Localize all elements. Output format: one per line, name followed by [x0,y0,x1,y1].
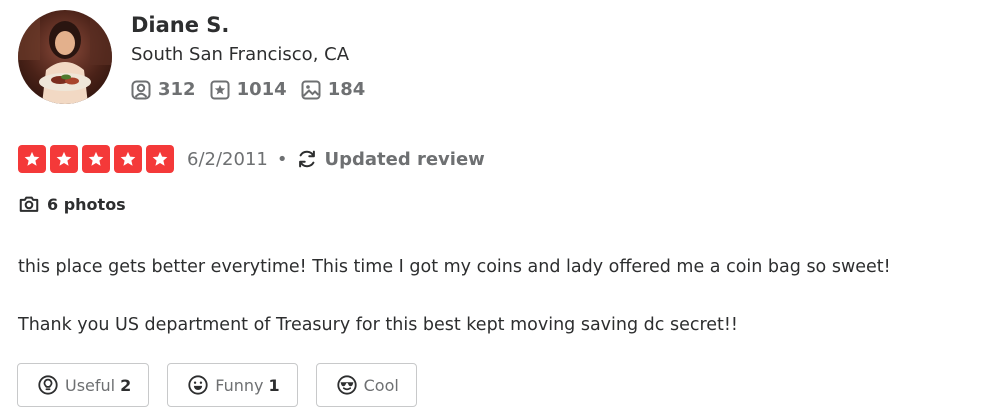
user-passport: Diane S. South San Francisco, CA 312 101… [18,10,379,104]
review-text: this place gets better everytime! This t… [18,253,978,339]
avatar[interactable] [18,10,112,104]
cool-button[interactable]: Cool [315,363,417,407]
friends-stat: 312 [131,79,196,100]
useful-count: 2 [120,375,132,395]
photos-label: 6 photos [47,194,126,214]
star-icon [114,145,142,173]
useful-label: Useful [65,375,116,395]
rating-row: 6/2/2011 • Updated review [18,145,485,173]
user-name[interactable]: Diane S. [131,11,379,39]
refresh-icon [296,148,318,170]
star-icon [146,145,174,173]
avatar-photo [18,10,112,104]
review-paragraph: this place gets better everytime! This t… [18,257,891,277]
user-location: South San Francisco, CA [131,44,350,65]
updated-review-link[interactable]: Updated review [296,148,485,170]
friends-icon [131,80,151,100]
funny-button[interactable]: Funny 1 [167,363,298,407]
star-icon [50,145,78,173]
star-icon [18,145,46,173]
review-star-icon [210,80,230,100]
funny-label: Funny [215,375,264,395]
funny-count: 1 [268,375,280,395]
photos-stat: 184 [301,79,366,100]
photos-count: 184 [327,79,366,100]
user-info: Diane S. South San Francisco, CA 312 101… [131,11,379,100]
reviews-count: 1014 [236,79,287,100]
review-photos-link[interactable]: 6 photos [18,193,126,215]
cool-label: Cool [363,375,399,395]
lightbulb-icon [37,374,59,396]
review-date: 6/2/2011 [187,148,268,170]
user-stats: 312 1014 184 [131,79,379,100]
friends-count: 312 [158,79,196,100]
star-rating [18,145,178,173]
useful-button[interactable]: Useful 2 [17,363,150,407]
separator-dot: • [276,148,288,170]
review-card: Diane S. South San Francisco, CA 312 101… [0,0,987,415]
photo-icon [301,80,321,100]
reviews-stat: 1014 [210,79,287,100]
reaction-buttons: Useful 2 Funny 1 Cool [17,363,435,407]
sunglasses-icon [336,374,358,396]
star-icon [82,145,110,173]
review-paragraph: Thank you US department of Treasury for … [18,315,738,335]
camera-icon [18,193,40,215]
smile-icon [187,374,209,396]
updated-review-label: Updated review [324,148,485,170]
